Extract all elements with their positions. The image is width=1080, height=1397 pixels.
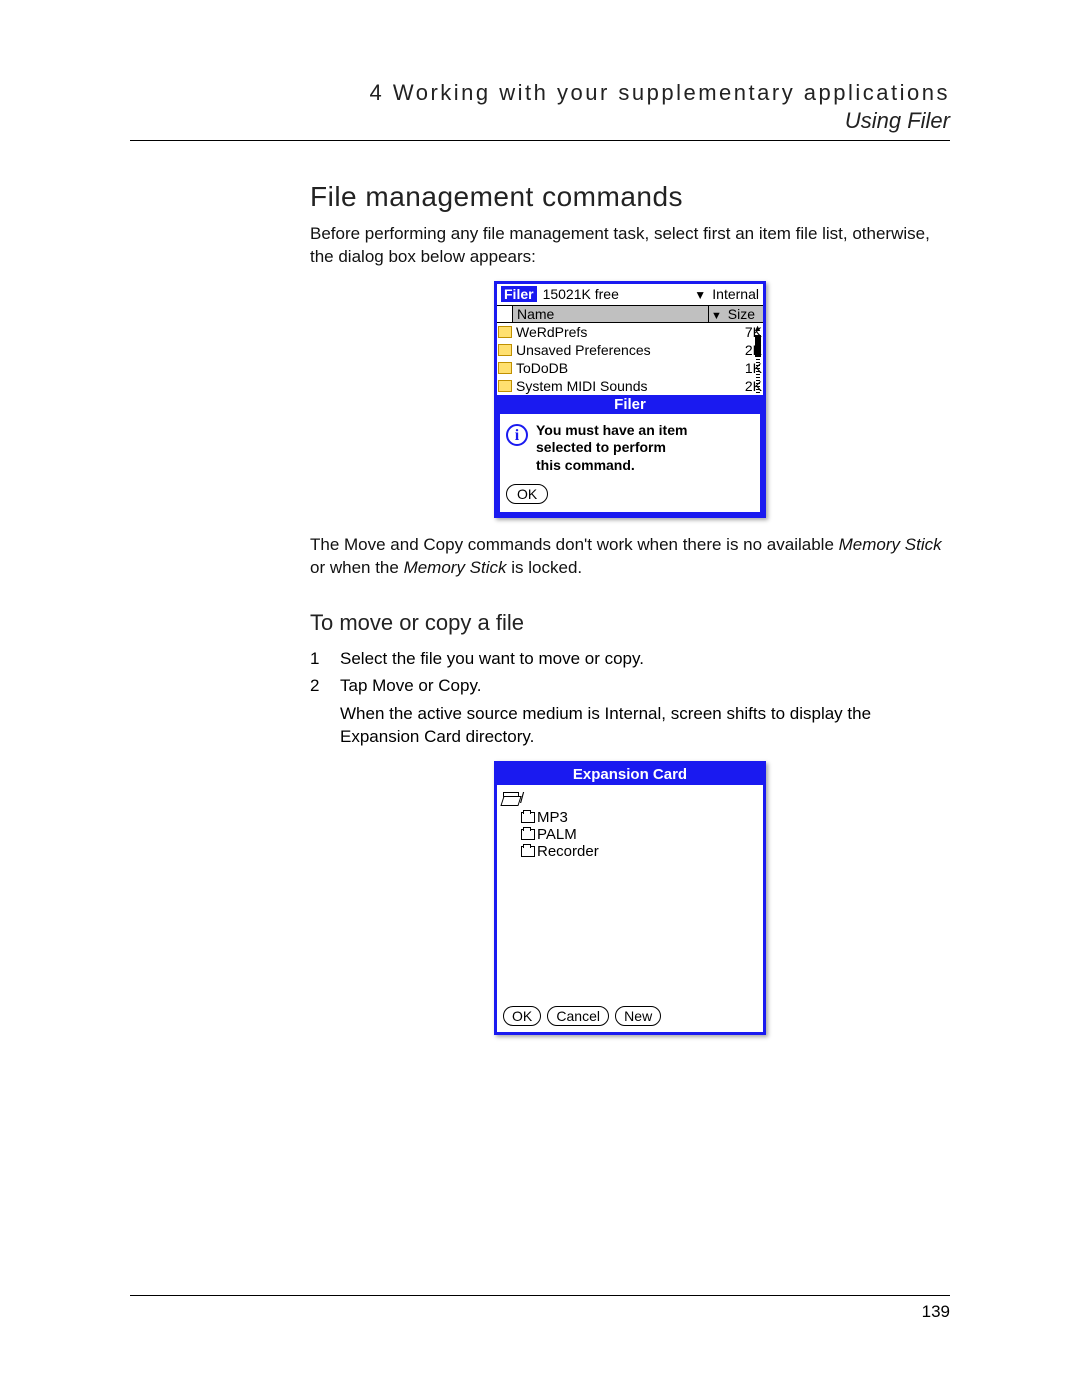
scrollbar-track[interactable] [756,359,760,393]
chevron-down-icon: ▼ [694,288,706,302]
page-number: 139 [922,1302,950,1321]
step-follow-paragraph: When the active source medium is Interna… [340,703,950,749]
step-text: Select the file you want to move or copy… [340,646,950,672]
chapter-title: 4 Working with your supplementary applic… [310,80,950,106]
checkbox-column[interactable] [497,306,513,323]
file-icon [498,380,512,392]
file-name: System MIDI Sounds [514,377,721,395]
folder-label: Recorder [537,843,599,860]
heading-move-copy: To move or copy a file [310,610,950,636]
folder-tree: / MP3PALMRecorder [497,785,763,1000]
step-number: 2 [310,673,340,699]
section-subtitle: Using Filer [310,108,950,134]
step-item: 1Select the file you want to move or cop… [310,646,950,672]
folder-label: MP3 [537,809,568,826]
folder-icon [521,812,535,823]
location-value: Internal [712,286,759,302]
folder-icon [521,846,535,857]
page-footer: 139 [130,1295,950,1322]
ok-button[interactable]: OK [506,484,548,504]
folder-open-icon [503,792,519,804]
tree-folder[interactable]: Recorder [521,843,757,860]
free-space-label: 15021K free [543,286,689,302]
cancel-button[interactable]: Cancel [547,1006,609,1026]
file-name: ToDoDB [514,359,721,377]
step-number: 1 [310,646,340,672]
heading-file-management: File management commands [310,181,950,213]
figure-expansion-card: Expansion Card / MP3PALMRecorder OK Canc… [310,761,950,1035]
expansion-card-title: Expansion Card [497,764,763,785]
name-column-header[interactable]: Name [513,306,709,323]
info-icon: i [506,424,528,446]
file-icon [498,344,512,356]
column-headers: Name ▼ Size [497,306,763,323]
filer-titlebar: Filer 15021K free ▼ Internal [497,284,763,306]
alert-dialog: Filer i You must have an item selected t… [497,395,763,516]
file-icon [498,326,512,338]
step-item: 2Tap Move or Copy. [310,673,950,699]
tree-folder[interactable]: PALM [521,826,757,843]
expansion-card-window: Expansion Card / MP3PALMRecorder OK Canc… [494,761,766,1035]
file-row[interactable]: ToDoDB1K [497,359,763,377]
file-name: Unsaved Preferences [514,341,721,359]
dialog-title: Filer [500,395,760,414]
file-row[interactable]: System MIDI Sounds2K [497,377,763,395]
file-name: WeRdPrefs [514,323,721,341]
folder-label: PALM [537,826,577,843]
step-text: Tap Move or Copy. [340,673,950,699]
folder-icon [521,829,535,840]
filer-window: Filer 15021K free ▼ Internal Name ▼ Size… [494,281,766,519]
note-paragraph: The Move and Copy commands don't work wh… [310,534,950,580]
intro-paragraph: Before performing any file management ta… [310,223,950,269]
tree-root[interactable]: / [503,789,757,809]
numbered-steps: 1Select the file you want to move or cop… [310,646,950,699]
file-list: WeRdPrefs7KUnsaved Preferences2KToDoDB1K… [497,323,763,395]
figure-filer-dialog: Filer 15021K free ▼ Internal Name ▼ Size… [310,281,950,519]
dialog-message: You must have an item selected to perfor… [536,422,687,475]
location-dropdown[interactable]: ▼ Internal [694,286,759,303]
scrollbar-thumb[interactable] [755,335,761,357]
chevron-down-icon: ▼ [711,310,722,322]
new-button[interactable]: New [615,1006,661,1026]
filer-app-badge: Filer [501,286,537,302]
file-row[interactable]: WeRdPrefs7K [497,323,763,341]
tree-folder[interactable]: MP3 [521,809,757,826]
chapter-text: Working with your supplementary applicat… [393,80,950,105]
file-row[interactable]: Unsaved Preferences2K [497,341,763,359]
size-column-header[interactable]: ▼ Size [709,306,763,323]
page-header: 4 Working with your supplementary applic… [130,80,950,141]
file-icon [498,362,512,374]
chapter-number: 4 [369,80,384,105]
ok-button[interactable]: OK [503,1006,541,1026]
